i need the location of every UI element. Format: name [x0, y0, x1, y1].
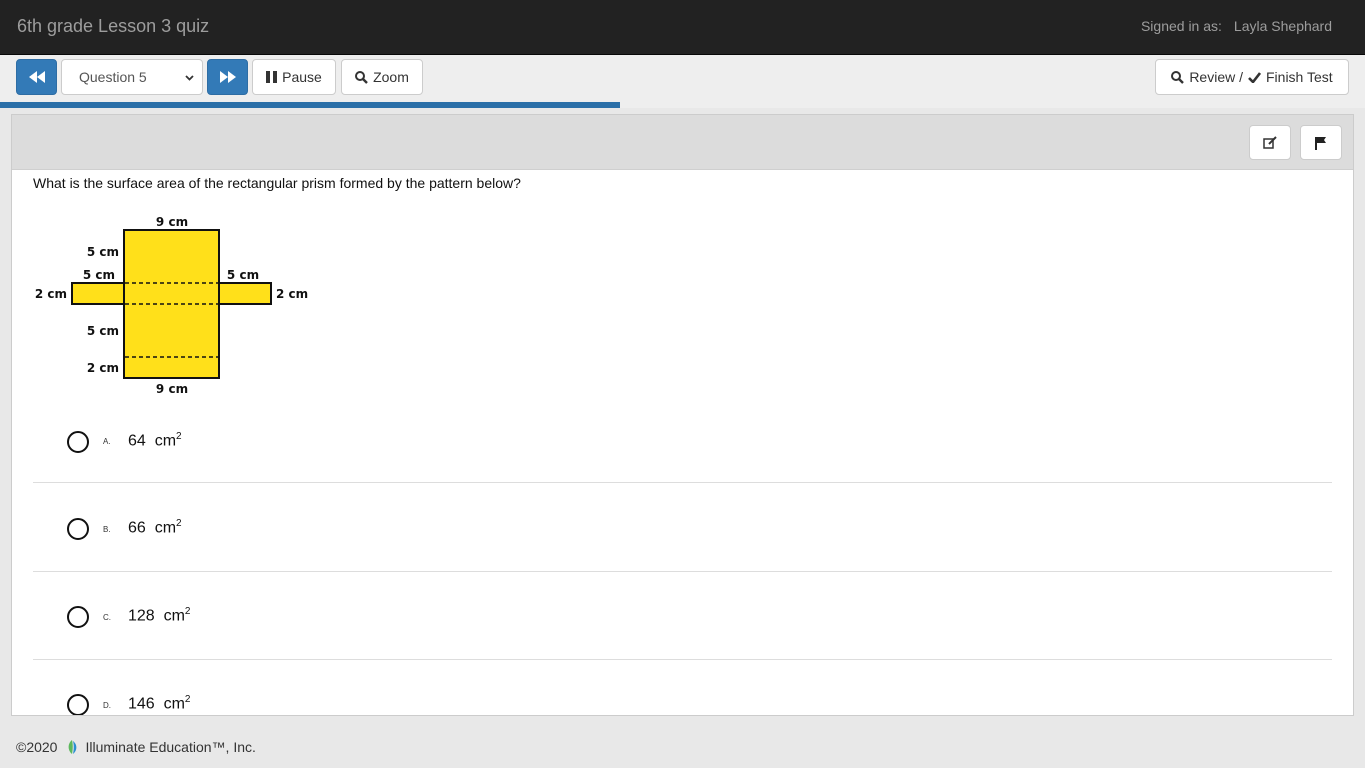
review-finish-button[interactable]: Review / Finish Test [1155, 59, 1349, 95]
choice-unit: cm [163, 607, 185, 625]
check-icon [1248, 71, 1261, 83]
net-label-bottom: 9 cm [156, 382, 188, 396]
choice-text: 146 cm2 [128, 694, 190, 713]
fast-forward-icon [219, 71, 236, 83]
choice-text: 64 cm2 [128, 431, 182, 450]
choice-exponent: 2 [176, 518, 182, 529]
choice-value: 64 [128, 432, 146, 450]
choice-value: 146 [128, 695, 155, 713]
flag-icon [1315, 136, 1326, 150]
test-progress-fill [0, 102, 620, 108]
illuminate-leaf-icon [69, 740, 77, 754]
copyright: ©2020 [16, 739, 58, 755]
zoom-button[interactable]: Zoom [341, 59, 423, 95]
choice-unit: cm [154, 432, 177, 450]
choice-letter: D. [103, 701, 111, 710]
prism-net-figure: 9 cm 9 cm 5 cm 5 cm 5 cm 2 cm 2 cm 5 cm … [35, 215, 308, 396]
radio-button[interactable] [67, 431, 89, 453]
question-select[interactable]: Question 5 [61, 59, 203, 95]
review-label: Review / [1189, 69, 1243, 85]
choice-letter: B. [103, 525, 111, 534]
next-question-button[interactable] [207, 59, 248, 95]
net-label-right-side: 2 cm [276, 287, 308, 301]
chevron-down-icon [185, 75, 194, 81]
edit-icon [1263, 135, 1277, 149]
question-panel: What is the surface area of the rectangu… [11, 114, 1354, 716]
choice-unit: cm [163, 695, 185, 713]
net-label-left-middle: 5 cm [87, 324, 119, 338]
pause-icon [266, 71, 278, 83]
company-name: Illuminate Education™, Inc. [85, 739, 256, 755]
answer-choice-a[interactable]: A. 64 cm2 [33, 395, 1332, 483]
net-label-top: 9 cm [156, 215, 188, 229]
answer-choice-d[interactable]: D. 146 cm2 [33, 660, 1332, 715]
zoom-label: Zoom [373, 69, 409, 85]
pause-button[interactable]: Pause [252, 59, 336, 95]
net-label-left-flap-top: 5 cm [83, 268, 115, 282]
signed-in-info: Signed in as: Layla Shephard [1141, 18, 1332, 34]
finish-label: Finish Test [1266, 69, 1333, 85]
previous-question-button[interactable] [16, 59, 57, 95]
net-label-left-top: 5 cm [87, 245, 119, 259]
answer-choice-b[interactable]: B. 66 cm2 [33, 484, 1332, 572]
test-progress-bar [0, 102, 1365, 108]
net-label-right-flap-top: 5 cm [227, 268, 259, 282]
choice-text: 128 cm2 [128, 606, 190, 625]
choice-exponent: 2 [176, 431, 182, 442]
pause-label: Pause [282, 69, 322, 85]
radio-button[interactable] [67, 606, 89, 628]
radio-button[interactable] [67, 694, 89, 715]
choice-exponent: 2 [184, 606, 191, 617]
page-footer: ©2020 Illuminate Education™, Inc. [16, 739, 256, 755]
search-icon [1171, 70, 1185, 84]
choice-exponent: 2 [184, 694, 191, 705]
choice-value: 66 [128, 519, 146, 537]
answer-choice-c[interactable]: C. 128 cm2 [33, 572, 1332, 660]
question-panel-header [12, 115, 1353, 170]
choice-value: 128 [128, 607, 155, 625]
net-left-flap [71, 282, 125, 305]
choice-letter: C. [103, 613, 111, 622]
choice-text: 66 cm2 [128, 518, 182, 537]
choice-letter: A. [103, 437, 111, 446]
user-name: Layla Shephard [1233, 18, 1332, 34]
search-icon [355, 70, 368, 84]
net-label-left-side: 2 cm [35, 287, 67, 301]
top-navbar: 6th grade Lesson 3 quiz Signed in as: Lay… [0, 0, 1365, 55]
fast-backward-icon [28, 71, 45, 83]
signed-in-label: Signed in as: [1140, 18, 1222, 34]
choice-unit: cm [154, 519, 177, 537]
question-prompt: What is the surface area of the rectangu… [33, 175, 521, 191]
notes-button[interactable] [1249, 125, 1291, 160]
quiz-title: 6th grade Lesson 3 quiz [17, 16, 210, 36]
net-label-left-bottom: 2 cm [87, 361, 119, 375]
radio-button[interactable] [67, 518, 89, 540]
net-right-flap [218, 282, 272, 305]
question-select-value: Question 5 [79, 69, 147, 85]
flag-button[interactable] [1300, 125, 1342, 160]
test-toolbar: Question 5 Pause Zoom Review / Finish Te… [0, 55, 1365, 103]
